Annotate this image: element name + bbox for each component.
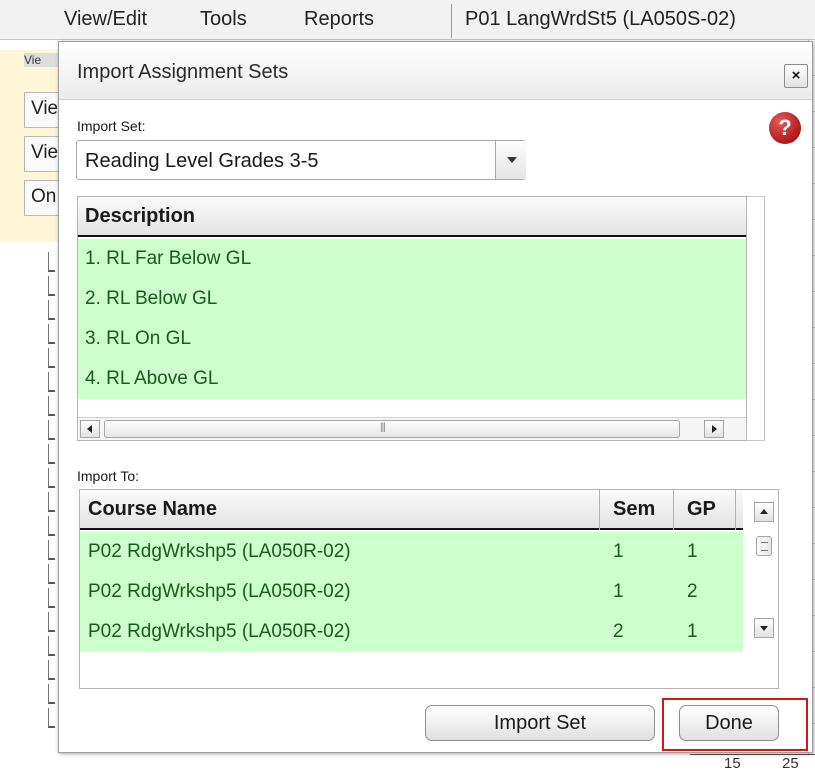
column-header-course-name[interactable]: Course Name (88, 498, 217, 521)
horizontal-scroll-thumb[interactable] (104, 420, 680, 438)
background-cell-value: 25 (782, 755, 799, 770)
scroll-right-icon[interactable] (704, 420, 724, 438)
import-to-header-row: Course Name Sem GP (80, 490, 743, 530)
menu-view-edit[interactable]: View/Edit (64, 8, 147, 31)
sem-cell: 1 (613, 581, 624, 602)
chevron-down-icon[interactable] (495, 141, 526, 179)
horizontal-scrollbar[interactable] (78, 417, 746, 440)
scroll-left-icon[interactable] (80, 420, 100, 438)
course-name-cell: P02 RdgWrkshp5 (LA050R-02) (88, 541, 351, 562)
import-to-grid: Course Name Sem GP P02 RdgWrkshp5 (LA050… (79, 489, 779, 689)
menu-bar: View/Edit Tools Reports P01 LangWrdSt5 (… (0, 0, 815, 40)
vertical-scrollbar[interactable] (754, 502, 774, 638)
sem-cell: 2 (613, 621, 624, 642)
gp-cell: 2 (687, 581, 698, 602)
vertical-scroll-thumb[interactable] (756, 536, 772, 556)
dialog-title: Import Assignment Sets (77, 61, 289, 83)
column-divider (673, 490, 674, 530)
description-header-label: Description (85, 205, 196, 227)
dialog-titlebar[interactable]: Import Assignment Sets × (59, 42, 812, 100)
description-vertical-track (747, 196, 765, 441)
import-assignment-sets-dialog: Import Assignment Sets × ? Import Set: R… (58, 41, 813, 753)
import-to-grid-body: P02 RdgWrkshp5 (LA050R-02) 1 1 P02 RdgWr… (80, 532, 743, 652)
column-divider (735, 490, 736, 530)
menu-reports[interactable]: Reports (304, 8, 374, 31)
background-bottom-cells: 15 25 (690, 754, 815, 770)
table-row[interactable]: P02 RdgWrkshp5 (LA050R-02) 2 1 (80, 612, 743, 652)
column-divider (599, 490, 600, 530)
description-row[interactable]: 3. RL On GL (85, 319, 191, 359)
description-row[interactable]: 4. RL Above GL (85, 359, 218, 399)
gp-cell: 1 (687, 541, 698, 562)
close-icon[interactable]: × (784, 64, 808, 88)
description-row[interactable]: 1. RL Far Below GL (85, 239, 251, 279)
description-column-header[interactable]: Description (78, 197, 746, 237)
import-set-dropdown[interactable]: Reading Level Grades 3-5 (76, 140, 526, 180)
description-grid-body: 1. RL Far Below GL 2. RL Below GL 3. RL … (78, 239, 746, 399)
sem-cell: 1 (613, 541, 624, 562)
background-cell-value: 15 (724, 755, 741, 770)
scroll-up-icon[interactable] (754, 502, 774, 522)
scroll-down-icon[interactable] (754, 618, 774, 638)
import-set-selected-value: Reading Level Grades 3-5 (85, 150, 319, 172)
import-set-label: Import Set: (77, 118, 146, 134)
import-to-label: Import To: (77, 468, 139, 484)
column-header-gp[interactable]: GP (687, 498, 716, 521)
gp-cell: 1 (687, 621, 698, 642)
menu-separator (451, 4, 452, 38)
course-name-cell: P02 RdgWrkshp5 (LA050R-02) (88, 621, 351, 642)
course-name-cell: P02 RdgWrkshp5 (LA050R-02) (88, 581, 351, 602)
column-header-sem[interactable]: Sem (613, 498, 655, 521)
current-course-label: P01 LangWrdSt5 (LA050S-02) (465, 8, 736, 30)
table-row[interactable]: P02 RdgWrkshp5 (LA050R-02) 1 1 (80, 532, 743, 572)
done-button-highlight-box (662, 698, 808, 751)
help-icon[interactable]: ? (769, 112, 801, 144)
menu-tools[interactable]: Tools (200, 8, 247, 31)
background-tab: Vie (24, 53, 60, 67)
description-grid: Description 1. RL Far Below GL 2. RL Bel… (77, 196, 747, 441)
import-set-button[interactable]: Import Set (425, 705, 655, 741)
description-row[interactable]: 2. RL Below GL (85, 279, 217, 319)
table-row[interactable]: P02 RdgWrkshp5 (LA050R-02) 1 2 (80, 572, 743, 612)
